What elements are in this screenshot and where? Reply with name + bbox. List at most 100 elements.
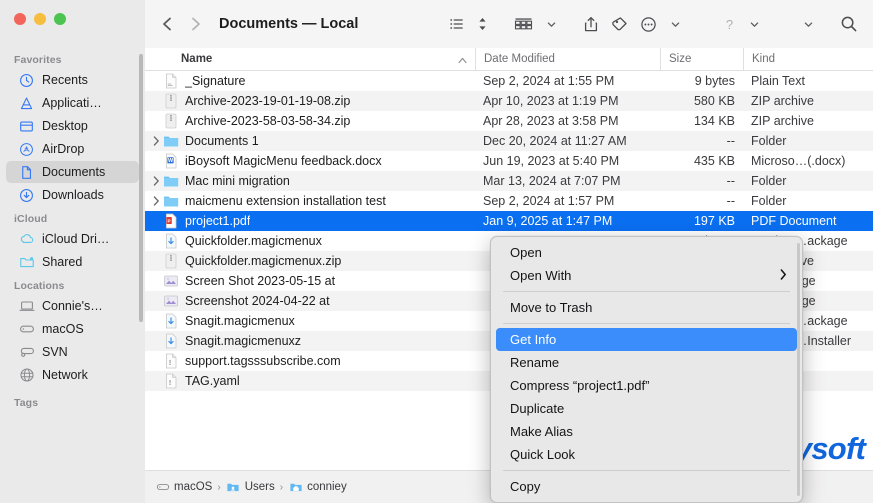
search-icon[interactable] <box>835 10 863 38</box>
file-name-cell: _Signature <box>145 73 475 89</box>
back-button[interactable] <box>153 10 181 38</box>
minimize-button[interactable] <box>34 13 46 25</box>
context-menu-item[interactable]: Quick Look <box>496 443 797 466</box>
context-menu-item-label: Duplicate <box>510 401 565 416</box>
window-title: Documents — Local <box>219 16 359 32</box>
context-menu-item[interactable]: Rename <box>496 351 797 374</box>
path-item-users[interactable]: Users <box>226 480 275 495</box>
context-menu-item[interactable]: Duplicate <box>496 397 797 420</box>
list-view-icon[interactable] <box>444 10 470 38</box>
file-date-cell: Jan 9, 2025 at 1:47 PM <box>483 214 613 228</box>
forward-button[interactable] <box>181 10 209 38</box>
context-menu-item[interactable]: Move to Trash <box>496 296 797 319</box>
file-size-cell: -- <box>726 134 735 148</box>
more-actions-icon[interactable] <box>635 10 662 38</box>
close-button[interactable] <box>14 13 26 25</box>
sidebar-item-documents[interactable]: Documents <box>6 161 139 183</box>
context-menu-item[interactable]: Copy <box>496 475 797 498</box>
sidebar-scrollbar[interactable] <box>139 54 143 322</box>
file-name-cell: maicmenu extension installation test <box>145 193 475 209</box>
table-row[interactable]: Mac mini migration Mar 13, 2024 at 7:07 P… <box>145 171 873 191</box>
column-header-date-modified[interactable]: Date Modified <box>475 47 660 71</box>
desktop-icon <box>18 118 35 135</box>
sidebar-item-label: Documents <box>42 165 106 179</box>
file-date-cell: Jun 19, 2023 at 5:40 PM <box>483 154 620 168</box>
table-row[interactable]: Archive-2023-58-03-58-34.zip Apr 28, 2023… <box>145 111 873 131</box>
sidebar-item-network[interactable]: Network <box>6 364 139 386</box>
table-row[interactable]: Archive-2023-19-01-19-08.zip Apr 10, 2023… <box>145 91 873 111</box>
tag-icon[interactable] <box>606 10 633 38</box>
sidebar-item-recents[interactable]: Recents <box>6 69 139 91</box>
path-item-conniey[interactable]: conniey <box>288 480 347 495</box>
file-size-cell: 197 KB <box>693 214 735 228</box>
sidebar-item-svn[interactable]: SVN <box>6 341 139 363</box>
view-sort-stepper-icon[interactable] <box>472 10 493 38</box>
group-by-icon[interactable] <box>509 10 538 38</box>
sidebar-item-downloads[interactable]: Downloads <box>6 184 139 206</box>
menu-separator <box>503 323 790 324</box>
sort-ascending-icon <box>458 55 467 67</box>
file-name-label: Quickfolder.magicmenux.zip <box>185 254 342 268</box>
more-actions-chevron-down-icon[interactable] <box>664 10 686 38</box>
sidebar-section-tags: Tags <box>14 397 39 409</box>
table-row[interactable]: _Signature Sep 2, 2024 at 1:55 PM 9 bytes P… <box>145 71 873 91</box>
disclosure-chevron-right-icon[interactable] <box>149 136 163 146</box>
sidebar-item-label: SVN <box>42 345 68 359</box>
context-menu-item-label: Make Alias <box>510 424 573 439</box>
sidebar-item-desktop[interactable]: Desktop <box>6 115 139 137</box>
folder-icon <box>163 173 179 189</box>
extension-chevron-down-icon[interactable] <box>797 10 819 38</box>
context-menu-item[interactable]: Open <box>496 241 797 264</box>
context-menu-scrollbar[interactable] <box>797 243 800 496</box>
sidebar-item-macos[interactable]: macOS <box>6 318 139 340</box>
context-menu: Open Open With Move to Trash Get Info Rename… <box>490 236 803 503</box>
column-header-name[interactable]: Name <box>145 48 475 71</box>
context-menu-item[interactable]: Compress “project1.pdf” <box>496 374 797 397</box>
context-menu-item[interactable]: Get Info <box>496 328 797 351</box>
sidebar-item-connies-mac[interactable]: Connie's… <box>6 295 139 317</box>
file-name-cell: Archive-2023-19-01-19-08.zip <box>145 93 475 109</box>
file-name-label: Screenshot 2024-04-22 at <box>185 294 330 308</box>
file-name-cell: WiBoysoft MagicMenu feedback.docx <box>145 153 475 169</box>
disclosure-chevron-right-icon[interactable] <box>149 176 163 186</box>
share-icon[interactable] <box>578 10 604 38</box>
group-by-chevron-down-icon[interactable] <box>540 10 562 38</box>
file-name-cell: Screenshot 2024-04-22 at <box>145 293 475 309</box>
sidebar-item-icloud-drive[interactable]: iCloud Dri… <box>6 228 139 250</box>
users-folder-icon <box>226 480 241 495</box>
file-name-label: Quickfolder.magicmenux <box>185 234 322 248</box>
file-name-cell: Snagit.magicmenuxz <box>145 333 475 349</box>
disclosure-chevron-right-icon[interactable] <box>149 196 163 206</box>
clock-icon <box>18 72 35 89</box>
context-menu-item-label: Compress “project1.pdf” <box>510 378 650 393</box>
table-row[interactable]: Documents 1 Dec 20, 2024 at 11:27 AM -- Fol… <box>145 131 873 151</box>
sidebar-item-applications[interactable]: Applicati… <box>6 92 139 114</box>
table-row[interactable]: maicmenu extension installation test Sep … <box>145 191 873 211</box>
sidebar-item-airdrop[interactable]: AirDrop <box>6 138 139 160</box>
column-header-size[interactable]: Size <box>660 47 743 71</box>
zoom-button[interactable] <box>54 13 66 25</box>
menu-separator <box>503 291 790 292</box>
file-name-cell: Quickfolder.magicmenux.zip <box>145 253 475 269</box>
sidebar-item-label: Downloads <box>42 188 104 202</box>
png-image-icon <box>163 293 179 309</box>
table-row[interactable]: Pproject1.pdf Jan 9, 2025 at 1:47 PM 197 K… <box>145 211 873 231</box>
yaml-file-icon: ! <box>163 373 179 389</box>
sidebar-section-locations: Locations <box>14 280 65 292</box>
context-menu-item[interactable]: Open With <box>496 264 797 287</box>
context-menu-item[interactable]: Share <box>496 498 797 502</box>
context-menu-item[interactable]: Make Alias <box>496 420 797 443</box>
sidebar-item-label: Network <box>42 368 88 382</box>
help-chevron-down-icon[interactable] <box>743 10 765 38</box>
column-header-kind[interactable]: Kind <box>743 47 873 71</box>
file-name-cell: Documents 1 <box>145 133 475 149</box>
path-item-macos[interactable]: macOS <box>155 480 212 495</box>
file-date-cell: Apr 10, 2023 at 1:19 PM <box>483 94 619 108</box>
folder-icon <box>163 193 179 209</box>
sidebar-item-shared[interactable]: Shared <box>6 251 139 273</box>
file-date-cell: Sep 2, 2024 at 1:57 PM <box>483 194 615 208</box>
file-date-cell: Sep 2, 2024 at 1:55 PM <box>483 74 615 88</box>
table-row[interactable]: WiBoysoft MagicMenu feedback.docx Jun 19,… <box>145 151 873 171</box>
help-icon[interactable]: ? <box>718 10 741 38</box>
document-icon <box>18 164 35 181</box>
